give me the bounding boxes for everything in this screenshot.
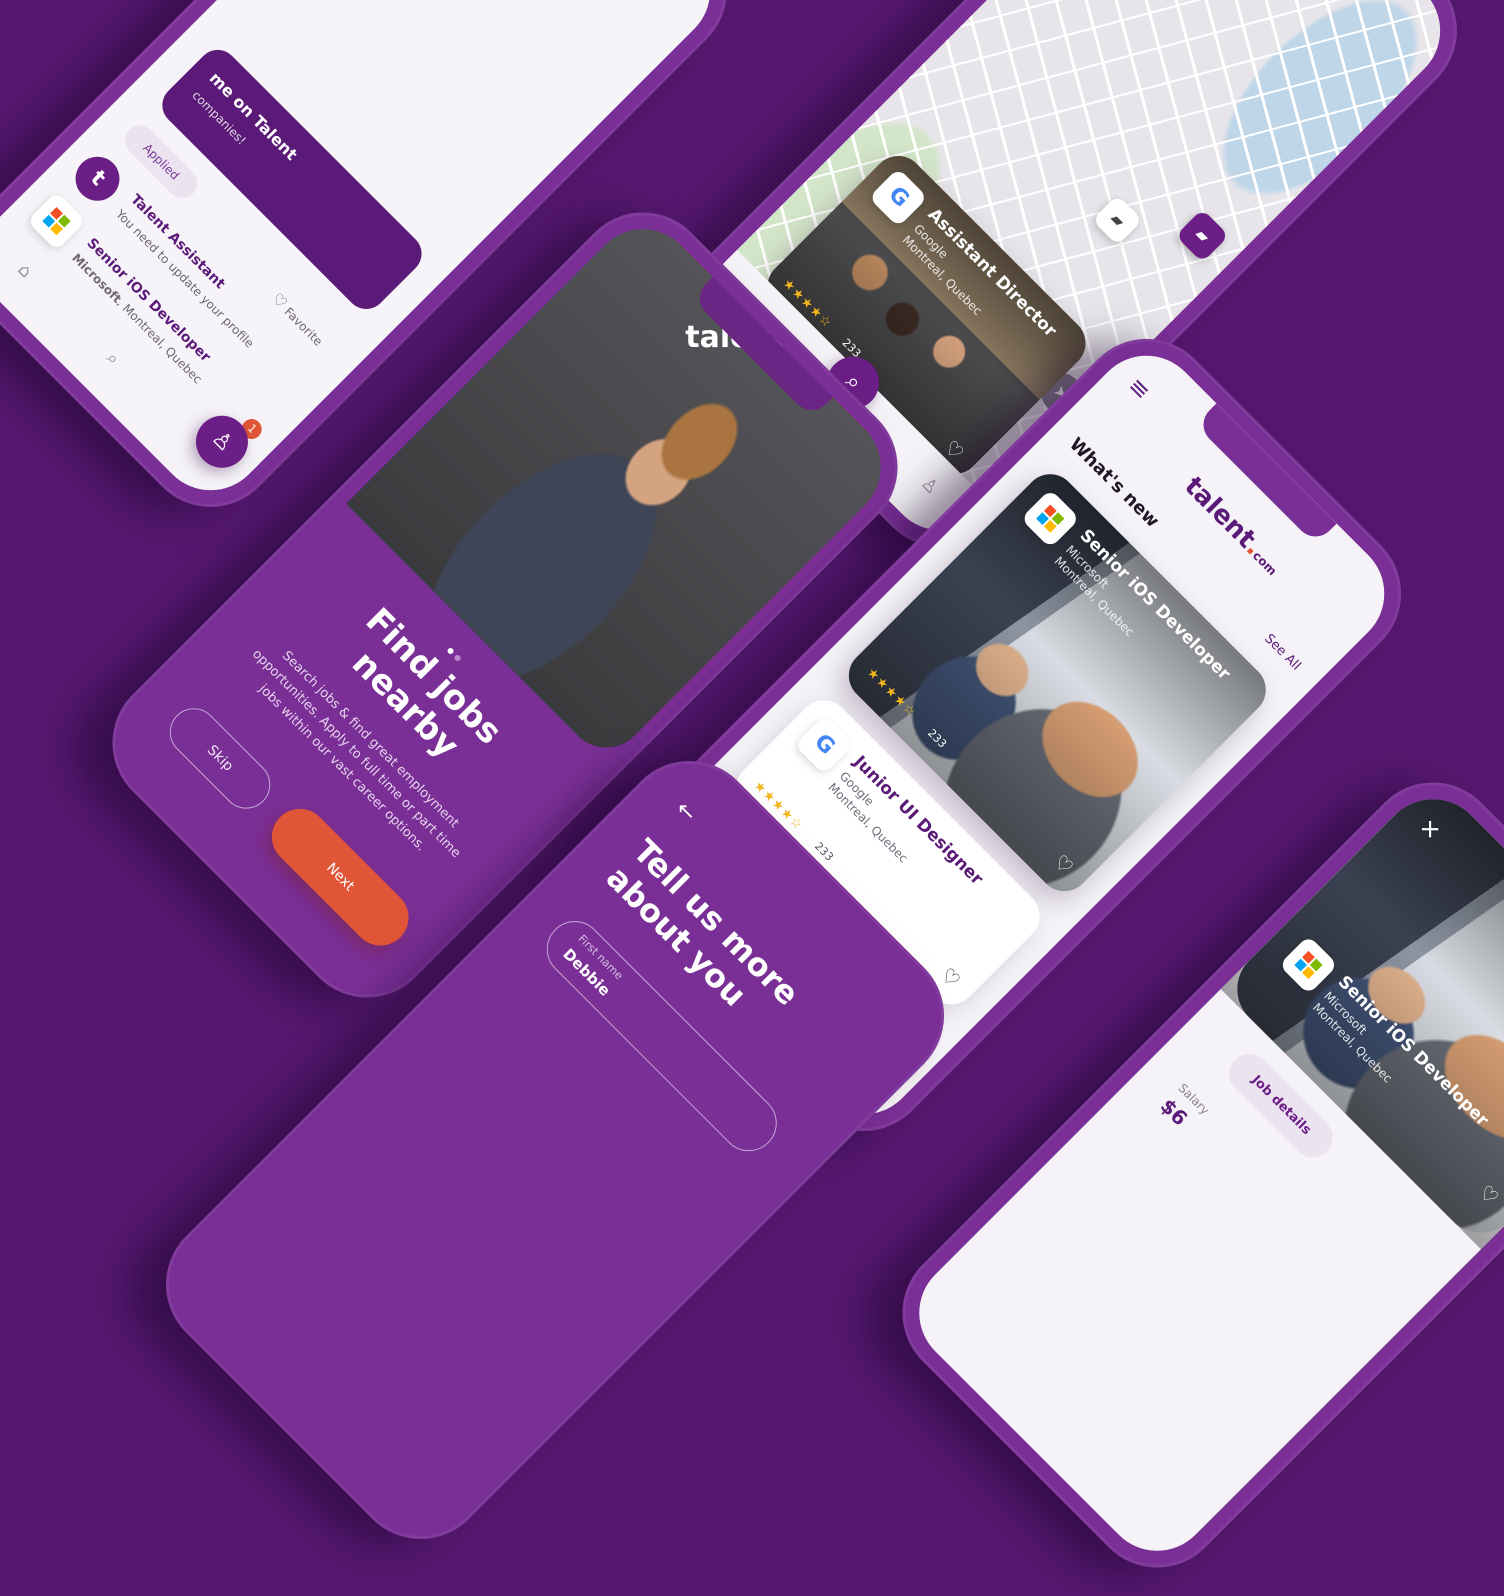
- second-favorite-icon[interactable]: ♡: [936, 963, 966, 993]
- profile-icon: ♙: [206, 425, 239, 458]
- close-icon[interactable]: +: [1415, 818, 1445, 840]
- next-label: Next: [323, 860, 358, 895]
- mockup-stage: me on Talent companies! Applied t Talent…: [0, 0, 1504, 1596]
- menu-icon[interactable]: ≡: [1122, 372, 1156, 406]
- page-dot: [453, 653, 462, 663]
- google-logo-icon: G: [883, 181, 914, 213]
- back-button[interactable]: ←: [670, 796, 701, 827]
- profile-nav-icon[interactable]: ♙: [917, 473, 943, 499]
- assistant-avatar[interactable]: t: [66, 147, 129, 210]
- microsoft-logo: [1020, 488, 1080, 549]
- page-dot-active: [446, 646, 455, 656]
- favorite-action[interactable]: ♡ Favorite: [268, 289, 328, 349]
- tab-bar: ⌂ ⌕ ♙: [0, 209, 261, 513]
- search-nav-icon[interactable]: ⌕: [102, 348, 124, 370]
- featured-review-count: 233: [925, 726, 950, 751]
- header-logo-suffix: com: [1249, 548, 1280, 579]
- briefcase-pin[interactable]: ▰: [1091, 194, 1143, 246]
- briefcase-icon: ▰: [1106, 208, 1129, 231]
- skip-button[interactable]: Skip: [159, 698, 281, 819]
- google-logo-icon: G: [809, 729, 840, 760]
- briefcase-pin-selected[interactable]: ▰: [1175, 208, 1230, 263]
- google-logo: G: [794, 715, 854, 775]
- microsoft-logo-icon: [1036, 504, 1065, 533]
- applied-badge-label: Applied: [140, 140, 183, 183]
- talent-t-icon: t: [85, 165, 111, 191]
- detail-favorite-icon[interactable]: ♡: [1474, 1180, 1504, 1210]
- google-logo: G: [868, 167, 928, 228]
- skip-label: Skip: [203, 742, 237, 775]
- detail-hero-photo: + ⋯ Senior iOS Developer Microsoft Montr…: [1220, 776, 1504, 1250]
- tab-job-details-label: Job details: [1248, 1072, 1314, 1138]
- featured-rating: ★★★★☆: [863, 664, 919, 721]
- briefcase-selected-icon: ▰: [1191, 224, 1214, 247]
- home-nav-icon[interactable]: ⌂: [13, 259, 36, 282]
- profile-fab[interactable]: ♙: [185, 405, 259, 479]
- microsoft-logo-icon: [42, 207, 71, 236]
- microsoft-logo-icon: [1294, 950, 1323, 980]
- microsoft-logo: [1278, 935, 1339, 995]
- see-all-link[interactable]: See All: [1261, 631, 1303, 673]
- featured-favorite-icon[interactable]: ♡: [1049, 850, 1079, 880]
- header-logo-text: talent: [1178, 471, 1262, 555]
- favorite-label: Favorite: [281, 304, 326, 349]
